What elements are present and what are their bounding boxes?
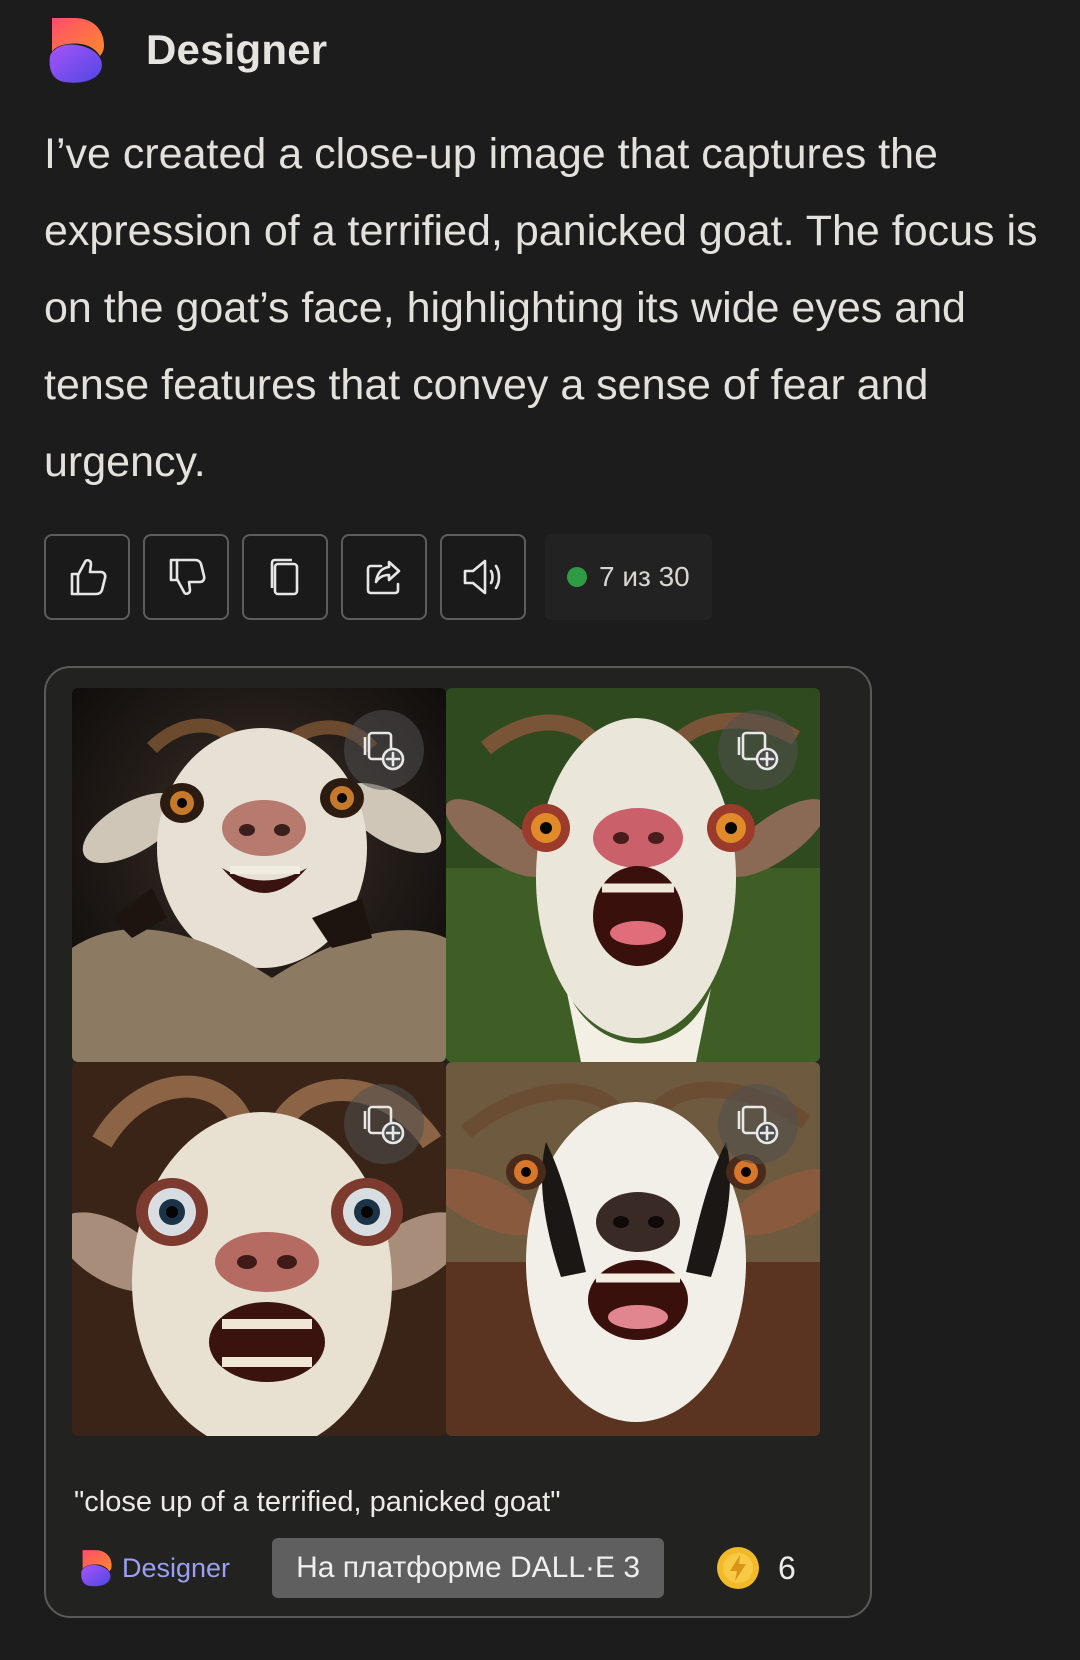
- platform-button[interactable]: На платформе DALL·E 3: [272, 1538, 665, 1598]
- designer-link[interactable]: Designer: [122, 1553, 230, 1584]
- add-to-collection-button[interactable]: [344, 710, 424, 790]
- add-to-collection-icon: [363, 1105, 405, 1145]
- add-to-collection-button[interactable]: [718, 710, 798, 790]
- designer-logo-icon: [49, 18, 104, 83]
- message-actions: 7 из 30: [44, 534, 712, 620]
- add-to-collection-icon: [737, 1105, 779, 1145]
- generated-image-3[interactable]: [72, 1062, 446, 1436]
- usage-counter-text: 7 из 30: [599, 561, 690, 592]
- thumbs-up-icon: [70, 558, 107, 596]
- share-icon: [366, 560, 401, 595]
- boost-coin-icon: [717, 1547, 760, 1589]
- boost-count: 6: [778, 1549, 796, 1586]
- copy-icon: [270, 558, 299, 596]
- like-button[interactable]: [44, 534, 130, 620]
- image-card-footer: Designer На платформе DALL·E 3 6: [78, 1536, 838, 1600]
- speaker-icon: [463, 559, 501, 595]
- app-name: Designer: [146, 26, 328, 73]
- boost-counter: 6: [716, 1546, 796, 1590]
- generated-image-2[interactable]: [446, 688, 820, 1062]
- designer-logo-icon: [81, 1550, 112, 1587]
- read-aloud-button[interactable]: [440, 534, 526, 620]
- generated-images-card: "close up of a terrified, panicked goat"…: [44, 666, 872, 1618]
- image-prompt: "close up of a terrified, panicked goat": [74, 1486, 561, 1518]
- chat-header: Designer: [44, 14, 327, 86]
- dislike-button[interactable]: [143, 534, 229, 620]
- add-to-collection-button[interactable]: [718, 1084, 798, 1164]
- copy-button[interactable]: [242, 534, 328, 620]
- share-button[interactable]: [341, 534, 427, 620]
- usage-counter: 7 из 30: [545, 534, 712, 620]
- assistant-message: I’ve created a close-up image that captu…: [44, 130, 1038, 486]
- add-to-collection-icon: [737, 731, 779, 771]
- generated-image-1[interactable]: [72, 688, 446, 1062]
- generated-image-4[interactable]: [446, 1062, 820, 1436]
- add-to-collection-button[interactable]: [344, 1084, 424, 1164]
- add-to-collection-icon: [363, 731, 405, 771]
- thumbs-down-icon: [169, 558, 206, 596]
- status-dot: [567, 567, 587, 587]
